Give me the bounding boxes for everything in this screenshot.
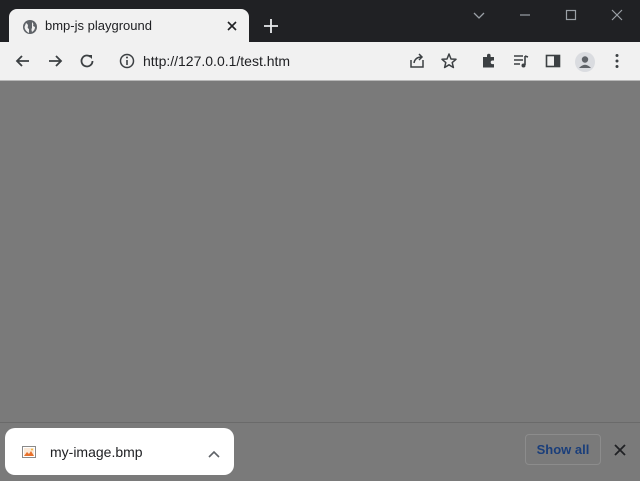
address-bar-url[interactable]: http://127.0.0.1/test.htm [143,53,290,69]
close-icon [611,9,623,21]
share-button[interactable] [407,51,427,71]
media-icon [514,55,529,68]
tab-active[interactable]: bmp-js playground [9,9,249,43]
tab-search-button[interactable] [456,0,502,32]
back-button[interactable] [13,51,33,71]
toolbar: http://127.0.0.1/test.htm [0,42,640,81]
more-menu-button[interactable] [607,51,627,71]
arrow-left-icon [15,55,29,67]
window-controls [456,0,640,32]
page-content [0,81,640,422]
chevron-up-icon[interactable] [207,447,221,458]
profile-icon [575,52,595,72]
title-bar: bmp-js playground [0,0,640,43]
extensions-icon [483,53,494,68]
site-info-button[interactable] [117,51,137,71]
reload-icon [80,54,94,68]
close-icon[interactable] [613,443,627,457]
share-icon [410,53,424,68]
download-filename: my-image.bmp [50,444,143,460]
side-panel-icon [545,54,561,68]
chevron-down-icon [473,12,485,19]
download-shelf: my-image.bmp Show all [0,422,640,481]
media-controls-button[interactable] [511,51,531,71]
reload-button[interactable] [77,51,97,71]
show-all-button[interactable]: Show all [525,434,601,465]
image-file-icon [22,445,36,459]
side-panel-button[interactable] [543,51,563,71]
forward-button[interactable] [45,51,65,71]
tab-close-icon[interactable] [225,19,239,33]
tab-title: bmp-js playground [45,18,152,33]
arrow-right-icon [49,55,63,67]
more-icon [615,54,619,68]
maximize-button[interactable] [548,0,594,32]
globe-icon [22,19,38,35]
star-icon [441,53,457,69]
extensions-button[interactable] [479,51,499,71]
bookmark-button[interactable] [439,51,459,71]
close-window-button[interactable] [594,0,640,32]
minimize-icon [520,14,530,16]
info-icon [119,53,135,69]
profile-button[interactable] [574,51,595,72]
download-item[interactable]: my-image.bmp [5,428,234,475]
minimize-button[interactable] [502,0,548,32]
maximize-icon [565,9,577,21]
new-tab-button[interactable] [262,17,280,35]
